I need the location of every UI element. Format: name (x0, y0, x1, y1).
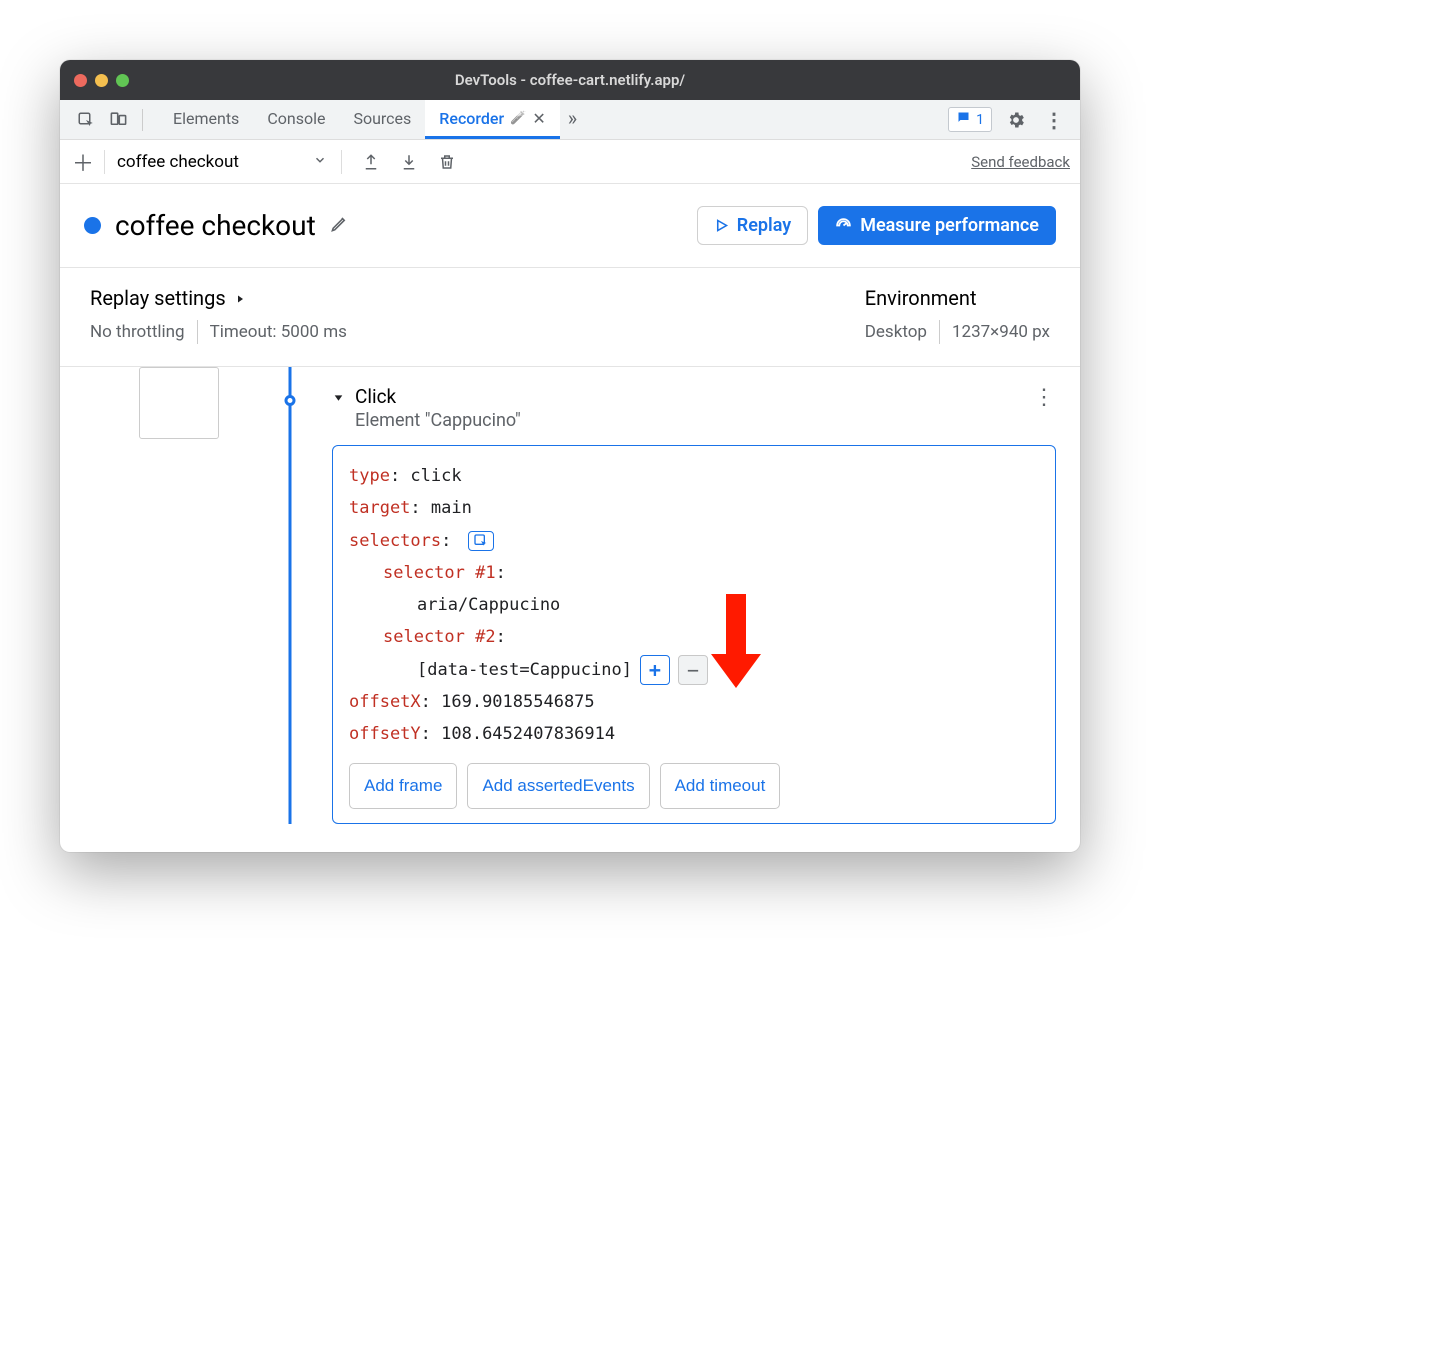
step-subtitle: Element "Cappucino" (355, 410, 521, 431)
pick-selector-button[interactable] (468, 531, 494, 551)
track-line (289, 367, 292, 824)
edit-pencil-icon[interactable] (330, 214, 349, 237)
window-title: DevTools - coffee-cart.netlify.app/ (60, 71, 1080, 89)
measure-performance-button[interactable]: Measure performance (818, 206, 1056, 245)
chevron-right-icon (234, 286, 246, 310)
remove-selector-button[interactable]: − (678, 655, 708, 685)
send-feedback-link[interactable]: Send feedback (971, 153, 1070, 171)
import-icon[interactable] (394, 147, 424, 177)
replay-settings-toggle[interactable]: Replay settings (90, 286, 347, 310)
recording-status-dot (84, 217, 101, 234)
experiment-flask-icon: 🧪 (510, 111, 526, 126)
timeline-track (260, 367, 320, 824)
replay-button[interactable]: Replay (697, 206, 808, 245)
step-kebab-menu[interactable]: ⋮ (1033, 385, 1056, 410)
device-value: Desktop (865, 322, 927, 342)
tab-sources[interactable]: Sources (339, 100, 425, 139)
dimensions-value: 1237×940 px (952, 322, 1050, 342)
tab-elements[interactable]: Elements (159, 100, 253, 139)
timeout-value: Timeout: 5000 ms (210, 322, 347, 342)
add-asserted-events-button[interactable]: Add assertedEvents (467, 763, 649, 809)
caret-down-icon[interactable] (332, 389, 345, 408)
overflow-tabs-icon[interactable]: » (560, 100, 585, 139)
step-detail: Click Element "Cappucino" ⋮ type: click … (320, 367, 1080, 824)
track-marker (285, 395, 296, 406)
step-thumbnail[interactable] (139, 367, 219, 439)
flow-title: coffee checkout (115, 209, 316, 242)
flow-header: coffee checkout Replay Measure performan… (60, 184, 1080, 268)
divider (341, 150, 342, 174)
titlebar: DevTools - coffee-cart.netlify.app/ (60, 60, 1080, 100)
settings-gear-icon[interactable] (1002, 106, 1030, 134)
maximize-window-icon[interactable] (116, 74, 129, 87)
tab-console[interactable]: Console (253, 100, 339, 139)
divider (104, 150, 105, 174)
devtools-window: DevTools - coffee-cart.netlify.app/ Elem… (60, 60, 1080, 852)
minimize-window-icon[interactable] (95, 74, 108, 87)
chat-icon (956, 110, 971, 129)
close-tab-icon[interactable]: ✕ (532, 109, 545, 128)
inspect-element-icon[interactable] (72, 106, 100, 134)
kebab-menu-icon[interactable]: ⋮ (1040, 106, 1068, 134)
panel-tab-strip: Elements Console Sources Recorder 🧪 ✕ » … (60, 100, 1080, 140)
step-title: Click (355, 385, 521, 408)
export-icon[interactable] (356, 147, 386, 177)
close-window-icon[interactable] (74, 74, 87, 87)
delete-icon[interactable] (432, 147, 462, 177)
selector-2-value[interactable]: [data-test=Cappucino] (417, 654, 632, 686)
add-frame-button[interactable]: Add frame (349, 763, 457, 809)
divider (142, 109, 143, 131)
issues-badge[interactable]: 1 (948, 107, 992, 132)
throttling-value: No throttling (90, 322, 185, 342)
thumbnail-column (60, 367, 260, 824)
timeline: Click Element "Cappucino" ⋮ type: click … (60, 367, 1080, 852)
traffic-lights (74, 74, 129, 87)
tab-recorder[interactable]: Recorder 🧪 ✕ (425, 100, 559, 139)
environment-heading: Environment (865, 286, 1050, 310)
device-toolbar-icon[interactable] (104, 106, 132, 134)
selector-1-value[interactable]: aria/Cappucino (417, 595, 560, 615)
divider (939, 320, 940, 344)
chevron-down-icon (313, 152, 327, 172)
add-timeout-button[interactable]: Add timeout (660, 763, 781, 809)
step-editor-box: type: click target: main selectors: sele… (332, 445, 1056, 824)
flow-selector[interactable]: coffee checkout (113, 152, 333, 172)
add-selector-button[interactable]: + (640, 655, 670, 685)
divider (197, 320, 198, 344)
new-recording-button[interactable]: ＋ (70, 149, 96, 175)
settings-strip: Replay settings No throttling Timeout: 5… (60, 268, 1080, 367)
recorder-toolbar: ＋ coffee checkout Send feedback (60, 140, 1080, 184)
